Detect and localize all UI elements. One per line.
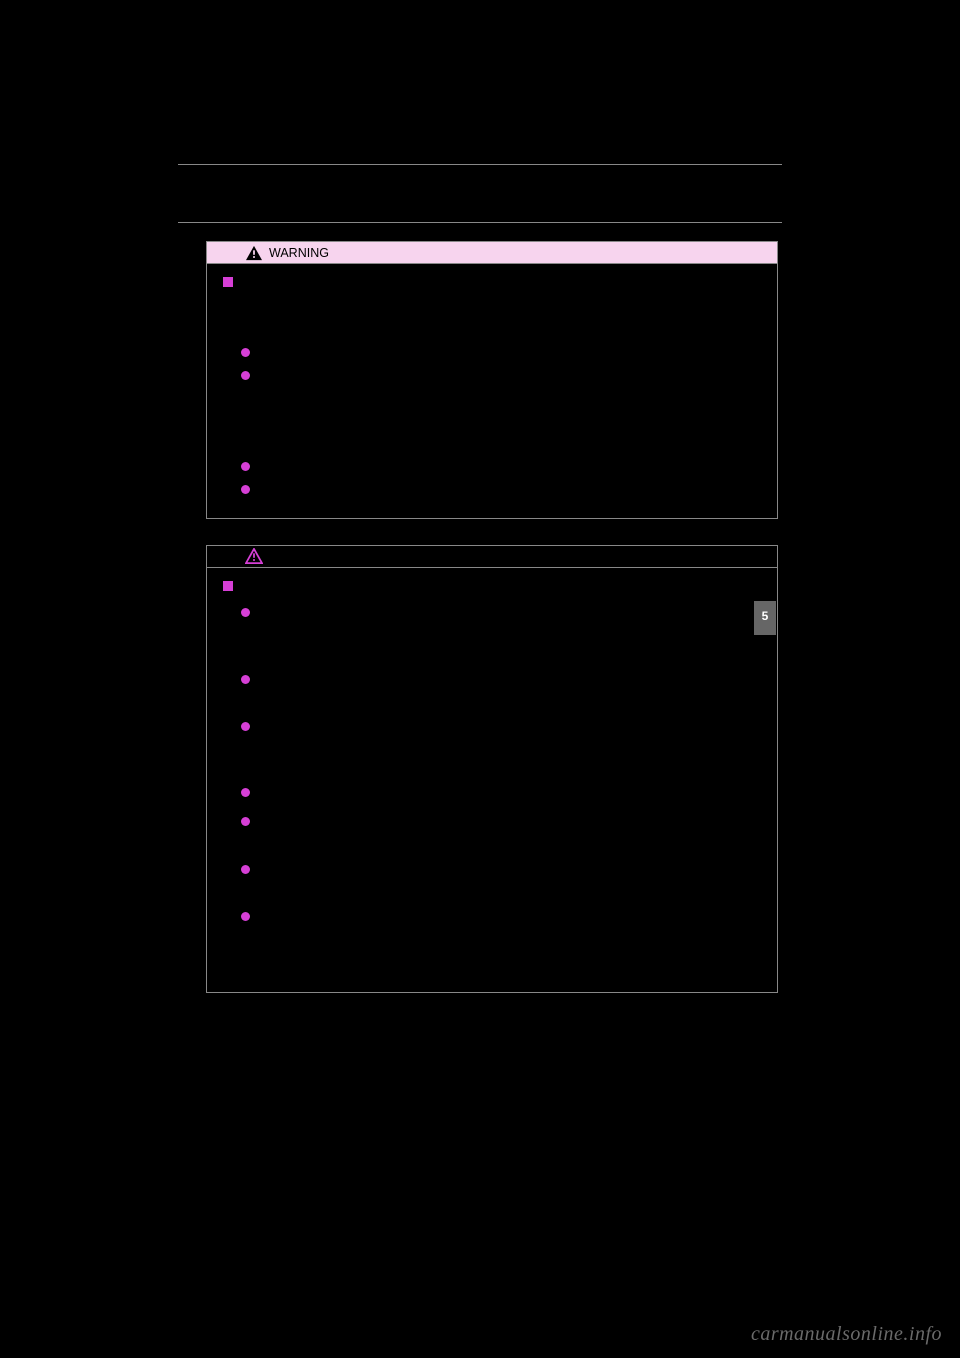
warning-bullet: When the vehicle is stopped on an excess…	[241, 344, 761, 363]
watermark-brand: carmanualsonline.info	[751, 1323, 942, 1346]
bullet-icon	[241, 462, 250, 471]
notice-label: NOTICE	[269, 549, 316, 563]
warning-bullet: When the vehicle is driven on a unstable…	[241, 367, 761, 405]
warning-section-title: Situations where Stop & Start system sho…	[241, 274, 581, 293]
bullet-icon	[241, 675, 250, 684]
notice-body: To ensure correct operation of Stop & St…	[207, 568, 777, 993]
chapter-side-tab: 5 Driving	[754, 601, 776, 635]
bullet-text: If the battery has to be replaced, conta…	[258, 671, 761, 709]
bullet-icon	[241, 371, 250, 380]
warning-header: WARNING	[207, 242, 777, 264]
warning-label: WARNING	[269, 246, 329, 260]
section-square-icon	[223, 581, 233, 591]
bullet-text: When the headlights' brightness is reduc…	[258, 458, 761, 477]
header-rule	[178, 222, 782, 223]
bullet-text: If the battery is replaced, the new batt…	[258, 861, 761, 899]
notice-bullet: If the battery for Stop & Start system i…	[241, 718, 761, 774]
bullet-icon	[241, 348, 250, 357]
warning-bullet: When the windshield is frequently fogged…	[241, 481, 761, 500]
section-square-icon	[223, 277, 233, 287]
notice-bullet: Use the battery for Stop & Start system.…	[241, 908, 761, 964]
bullet-text: When the windshield is frequently fogged…	[258, 481, 761, 500]
bullet-icon	[241, 608, 250, 617]
bullet-icon	[241, 722, 250, 731]
warning-section-head: Situations where Stop & Start system sho…	[223, 274, 761, 293]
warning-bullet: When the headlights' brightness is reduc…	[241, 458, 761, 477]
bullet-text: When the vehicle is stopped on an excess…	[258, 344, 761, 363]
bullet-icon	[241, 485, 250, 494]
bullet-icon	[241, 912, 250, 921]
notice-header: NOTICE	[207, 546, 777, 568]
notice-bullet: If the battery has to be replaced, conta…	[241, 671, 761, 709]
warning-box: WARNING Situations where Stop & Start sy…	[206, 241, 778, 519]
warning-triangle-icon	[245, 245, 263, 261]
notice-box: NOTICE To ensure correct operation of St…	[206, 545, 778, 994]
manual-page: 5-2. Driving procedures 461 WARNING S	[178, 164, 782, 993]
bullet-icon	[241, 865, 250, 874]
notice-bullet: If the battery is replaced, the new batt…	[241, 861, 761, 899]
page-header: 5-2. Driving procedures 461	[178, 164, 782, 192]
bullet-text: If the battery for Stop & Start system i…	[258, 718, 761, 774]
chapter-number: 5	[762, 609, 769, 623]
section-reference: 5-2. Driving procedures	[178, 172, 313, 187]
notice-triangle-icon	[245, 548, 263, 564]
notice-bullet: To ensure correct operation of Stop & St…	[241, 604, 761, 660]
bullet-text: A Toyota genuine part is recommended whe…	[258, 784, 761, 803]
warning-body: Situations where Stop & Start system sho…	[207, 264, 777, 518]
warning-intro-2: Do not use Stop & Start system in any of…	[241, 415, 761, 453]
notice-bullet: A Toyota genuine part is recommended whe…	[241, 784, 761, 803]
page-number: 461	[759, 171, 782, 187]
notice-section-head: To ensure correct operation of Stop & St…	[223, 578, 761, 597]
bullet-text: Use the battery for Stop & Start system.…	[258, 908, 761, 964]
bullet-text: To ensure correct operation of Stop & St…	[258, 604, 761, 660]
bullet-text: When the vehicle is driven on a unstable…	[258, 367, 761, 405]
notice-bullet: If the battery terminal is removed from …	[241, 813, 761, 851]
bullet-text: If the battery terminal is removed from …	[258, 813, 761, 851]
warning-intro-1: Do not use Stop & Start system in any of…	[241, 301, 761, 339]
page-content: WARNING Situations where Stop & Start sy…	[178, 241, 782, 993]
notice-section-title: To ensure correct operation of Stop & St…	[241, 578, 544, 597]
bullet-icon	[241, 788, 250, 797]
bullet-icon	[241, 817, 250, 826]
